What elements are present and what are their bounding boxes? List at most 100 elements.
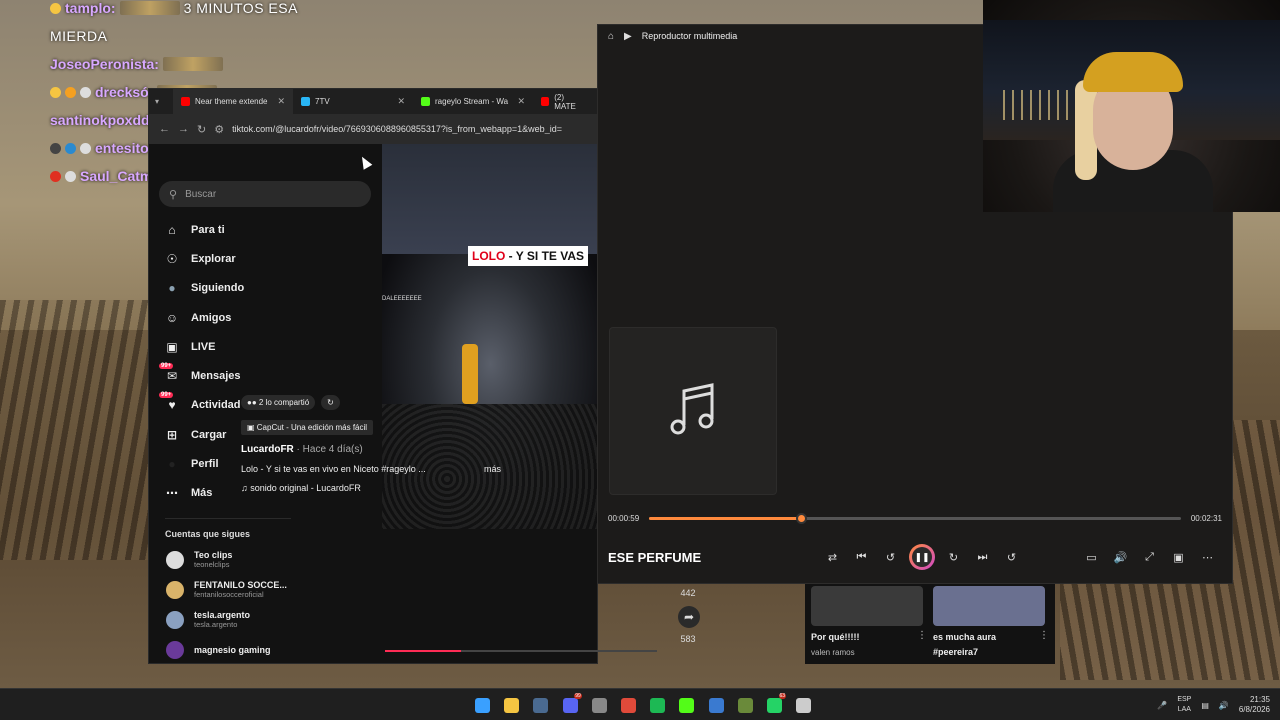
more-options-icon[interactable]: ⋮ [1039, 630, 1049, 641]
sidebar-item-siguiendo[interactable]: ● Siguiendo [149, 274, 381, 303]
sidebar-item-mensajes[interactable]: 99+ ✉ Mensajes [149, 361, 381, 390]
ccleaner-glyph [708, 697, 724, 713]
search-icon: ⚲ [169, 188, 178, 201]
captions-icon[interactable]: ▭ [1077, 551, 1106, 564]
sidebar-item-explorar[interactable]: ☉ Explorar [149, 244, 381, 273]
thumbnail-hashtag: #peereira7 [933, 647, 979, 657]
volume-icon[interactable]: 🔊 [1106, 551, 1135, 564]
browser-tab[interactable]: 7TV ✕ [293, 89, 413, 114]
thumbnail-title[interactable]: es mucha aura [933, 632, 996, 642]
chrome-icon[interactable] [614, 689, 643, 720]
account-name: FENTANILO SOCCE... [194, 580, 287, 591]
thumbnail-title[interactable]: Por qué!!!!! [811, 632, 860, 642]
discord-glyph [562, 697, 578, 713]
mini-player-icon[interactable]: ▣ [1164, 551, 1193, 564]
language-indicator[interactable]: ESP LAA [1177, 695, 1191, 715]
home-icon: ⌂ [168, 222, 176, 237]
keyboard-layout: LAA [1177, 706, 1191, 713]
minecraft-icon[interactable] [731, 689, 760, 720]
sidebar-item-para-ti[interactable]: ⌂ Para ti [149, 215, 381, 244]
youtube-favicon-icon [181, 97, 190, 106]
discord-icon[interactable]: 99 [556, 689, 585, 720]
back-arrow-icon[interactable]: ← [159, 123, 170, 135]
fullscreen-icon[interactable]: ⤢ [1135, 551, 1164, 564]
chat-badge-icon [65, 170, 76, 182]
kick-favicon-icon [421, 97, 430, 106]
sound-label: sonido original - LucardoFR [250, 483, 361, 493]
close-tab-icon[interactable]: ✕ [517, 96, 525, 107]
sidebar-item-label: Actividad [191, 399, 241, 412]
close-tab-icon[interactable]: ✕ [397, 96, 405, 107]
7tv-favicon-icon [301, 97, 310, 106]
more-options-icon[interactable]: ⋯ [1193, 551, 1222, 564]
video-caption: Lolo - Y si te vas en vivo en Niceto #ra… [241, 464, 501, 474]
video-thumbnail[interactable] [811, 586, 923, 626]
notification-badge: 99+ [159, 363, 174, 370]
video-author[interactable]: LucardoFR · Hace 4 día(s) [241, 444, 511, 455]
upload-icon: ⊞ [166, 427, 178, 442]
sidebar-item-label: Mensajes [191, 370, 241, 383]
tiktok-logo[interactable] [149, 144, 381, 178]
media-player-icon[interactable] [789, 689, 818, 720]
video-progress-bar[interactable] [385, 650, 657, 652]
search-input[interactable]: ⚲ Buscar [159, 181, 371, 207]
more-link[interactable]: más [484, 464, 501, 474]
sidebar-item-live[interactable]: ▣ LIVE [149, 332, 381, 361]
kick-icon[interactable] [672, 689, 701, 720]
emote-icon [162, 57, 223, 71]
profile-icon: ● [168, 457, 176, 472]
repost-icon[interactable]: ↻ [321, 395, 340, 410]
network-icon[interactable]: ▤ [1201, 701, 1209, 710]
following-account-item[interactable]: tesla.argento tesla.argento [149, 605, 381, 635]
ccleaner-icon[interactable] [702, 689, 731, 720]
sound-link[interactable]: ♫ sonido original - LucardoFR [241, 483, 511, 493]
browser-tab[interactable]: (2) MATE [533, 89, 593, 114]
following-account-item[interactable]: Teo clips teonelclips [149, 545, 381, 575]
windows-start-icon[interactable] [468, 689, 497, 720]
browser-window: ▾ Near theme extende ✕ 7TV ✕ rageylo Str… [148, 88, 598, 664]
more-options-icon[interactable]: ⋮ [917, 630, 927, 641]
next-track-icon[interactable]: ⏭ [968, 551, 997, 564]
repeat-icon[interactable]: ↺ [997, 551, 1026, 564]
steam-glyph [533, 697, 549, 713]
previous-track-icon[interactable]: ⏮ [847, 551, 876, 564]
seek-bar-thumb[interactable] [795, 513, 807, 524]
close-tab-icon[interactable]: ✕ [277, 96, 285, 107]
notification-badge: 63 [778, 693, 787, 699]
forward-30-icon[interactable]: ↻ [939, 551, 968, 564]
spotify-glyph [650, 697, 666, 713]
seek-bar[interactable] [649, 513, 1181, 524]
sidebar-item-amigos[interactable]: ☺ Amigos [149, 303, 381, 332]
site-info-icon[interactable]: ⚙ [214, 123, 224, 136]
capcut-link[interactable]: ▣ CapCut - Una edición más fácil [241, 420, 374, 435]
spotify-icon[interactable] [643, 689, 672, 720]
volume-icon[interactable]: 🔊 [1219, 701, 1229, 710]
following-account-item[interactable]: magnesio gaming [149, 635, 381, 663]
url-text[interactable]: tiktok.com/@lucardofr/video/766930608896… [232, 124, 562, 134]
steam-icon[interactable] [526, 689, 555, 720]
shuffle-icon[interactable]: ⇄ [818, 551, 847, 564]
browser-tab[interactable]: Near theme extende ✕ [173, 89, 293, 114]
address-bar: ← → ↻ ⚙ tiktok.com/@lucardofr/video/7669… [149, 114, 597, 144]
post-time: · Hace 4 día(s) [293, 444, 363, 455]
following-account-item[interactable]: FENTANILO SOCCE... fentanilosocceroficia… [149, 575, 381, 605]
taskbar-clock[interactable]: 21:35 6/8/2026 [1239, 695, 1270, 715]
action-count: 442 [680, 588, 696, 598]
file-explorer-icon[interactable] [497, 689, 526, 720]
tab-list-chevron-icon[interactable]: ▾ [155, 97, 173, 106]
message-glyph: ✉ [166, 369, 178, 384]
reload-icon[interactable]: ↻ [197, 123, 206, 136]
browser-tab[interactable]: rageylo Stream - Wa ✕ [413, 89, 533, 114]
settings-icon[interactable] [585, 689, 614, 720]
sidebar-item-label: Explorar [191, 252, 236, 265]
rewind-10-icon[interactable]: ↺ [876, 551, 905, 564]
video-thumbnail[interactable] [933, 586, 1045, 626]
pause-button[interactable]: ❚❚ [909, 544, 935, 570]
sidebar-item-label: Amigos [191, 311, 232, 324]
home-icon[interactable]: ⌂ [608, 31, 614, 42]
whatsapp-icon[interactable]: 63 [760, 689, 789, 720]
forward-arrow-icon[interactable]: → [178, 123, 189, 135]
share-icon[interactable]: ➦ [678, 606, 700, 628]
shared-chip[interactable]: ●● 2 lo compartió [241, 395, 316, 410]
microphone-icon[interactable]: 🎤 [1157, 701, 1167, 710]
